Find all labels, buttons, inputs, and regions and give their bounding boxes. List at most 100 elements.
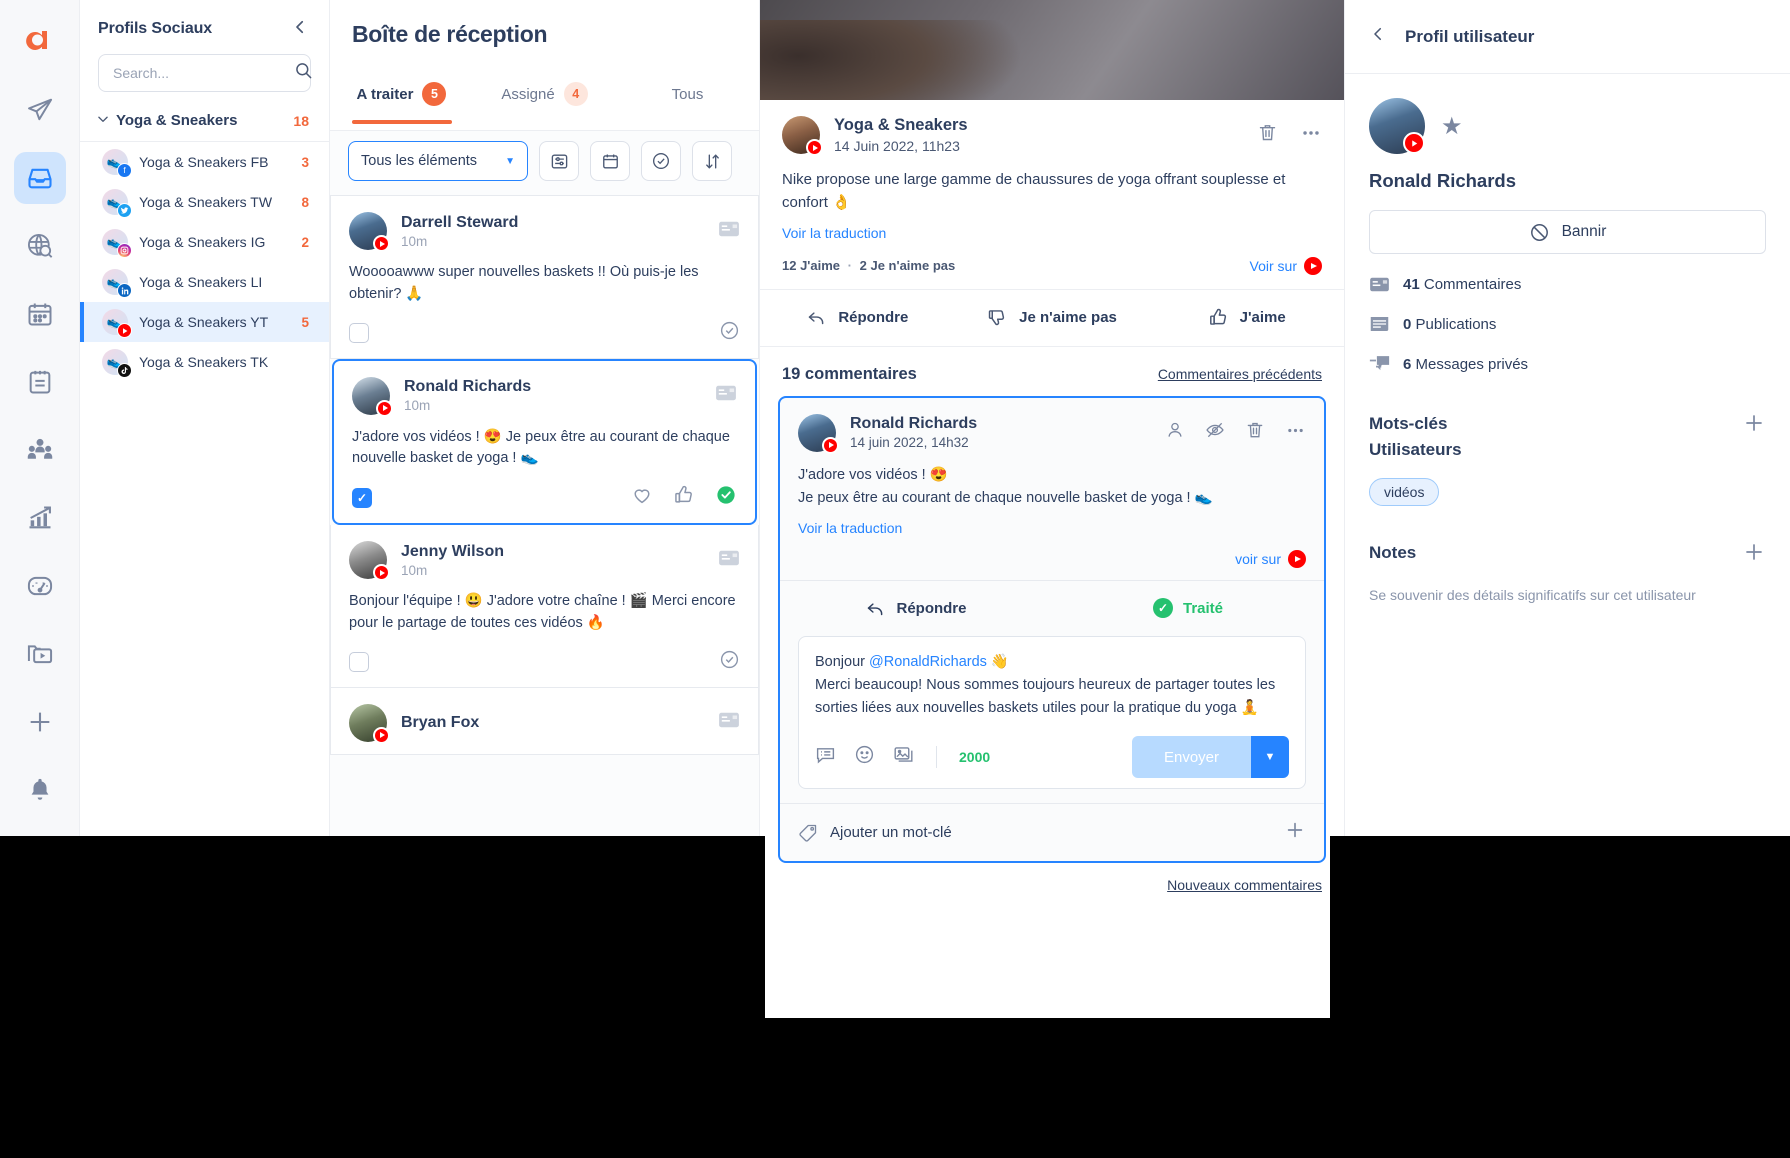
send-button[interactable]: Envoyer (1131, 736, 1251, 779)
reply-greeting-emoji: 👋 (986, 653, 1009, 670)
message-text: Bonjour l'équipe ! 😃 J'adore votre chaîn… (349, 593, 736, 631)
post-date: 14 Juin 2022, 11h23 (834, 138, 960, 154)
sliders-icon[interactable] (539, 141, 579, 181)
search-icon[interactable] (294, 61, 313, 85)
reply-button[interactable]: Répondre (760, 307, 955, 328)
profile-count: 2 (301, 234, 309, 250)
send-options-chevron-down-icon[interactable]: ▼ (1251, 736, 1289, 779)
calendar-icon[interactable] (14, 288, 66, 340)
comments-header: 19 commentaires Commentaires précédents (760, 347, 1344, 396)
hide-eye-icon[interactable] (1205, 420, 1225, 445)
thumbs-up-icon[interactable] (673, 484, 695, 511)
calendar-icon[interactable] (590, 141, 630, 181)
previous-comments-link[interactable]: Commentaires précédents (1158, 366, 1322, 382)
filter-select[interactable]: Tous les éléments ▼ (348, 141, 528, 181)
sidebar-item-profile-tw[interactable]: 👟 Yoga & Sneakers TW 8 (80, 182, 329, 222)
planner-icon[interactable] (14, 356, 66, 408)
add-keyword-plus-icon[interactable] (1742, 411, 1766, 440)
notifications-icon[interactable] (14, 764, 66, 816)
profile-group-header[interactable]: Yoga & Sneakers 18 (80, 104, 329, 141)
comment-action-bar: Répondre Traité (780, 579, 1324, 636)
sidebar-item-inbox[interactable] (13, 152, 66, 204)
analytics-icon[interactable] (14, 492, 66, 544)
profile-title: Profil utilisateur (1405, 26, 1535, 46)
tab-label: A traiter (356, 85, 414, 103)
post-translation-link[interactable]: Voir la traduction (782, 225, 886, 241)
comment-card-selected[interactable]: Ronald Richards 14 juin 2022, 14h32 J'ad… (778, 395, 1326, 864)
more-horizontal-icon[interactable] (1300, 122, 1322, 149)
ban-button[interactable]: Bannir (1369, 210, 1766, 254)
letter-a-logo (14, 14, 66, 66)
tab-a-traiter[interactable]: A traiter 5 (330, 68, 473, 120)
sidebar-item-profile-yt[interactable]: 👟 Yoga & Sneakers YT 5 (80, 302, 329, 342)
message-checkbox[interactable] (349, 651, 369, 672)
profile-list: 👟 f Yoga & Sneakers FB 3 👟 Yoga & Sneake… (80, 141, 329, 382)
comment-translation-link[interactable]: Voir la traduction (798, 520, 902, 536)
comment-processed-status[interactable]: Traité (1052, 598, 1324, 619)
list-item[interactable]: Bryan Fox (330, 687, 759, 755)
more-horizontal-icon[interactable] (1285, 420, 1306, 446)
message-text: Wooooawww super nouvelles baskets !! Où … (349, 264, 699, 302)
dislike-button[interactable]: Je n'aime pas (955, 307, 1150, 328)
mark-done-icon[interactable] (719, 649, 740, 675)
tab-label: Tous (671, 85, 704, 103)
image-icon[interactable] (893, 744, 914, 770)
saved-replies-icon[interactable] (815, 744, 836, 770)
see-on-network-link[interactable]: Voir sur (1250, 256, 1322, 275)
post-media-thumbnail[interactable] (760, 0, 1344, 100)
reply-mention[interactable]: @RonaldRichards (869, 654, 987, 670)
mark-done-icon[interactable] (715, 484, 737, 511)
add-keyword-row[interactable]: Ajouter un mot-clé (780, 803, 1324, 861)
post-body: Yoga & Sneakers 14 Juin 2022, 11h23 Nike… (760, 100, 1344, 289)
audience-icon[interactable] (14, 424, 66, 476)
list-item-selected[interactable]: Ronald Richards 10m J'adore vos vidéos !… (332, 358, 757, 525)
chevron-down-icon[interactable]: ▼ (505, 156, 515, 167)
heart-icon[interactable] (631, 484, 653, 511)
comment-processed-label: Traité (1182, 599, 1224, 617)
tab-assigne[interactable]: Assigné 4 (473, 68, 616, 120)
comment-icon (1369, 276, 1390, 293)
message-checkbox[interactable] (352, 487, 372, 508)
emoji-icon[interactable] (854, 744, 875, 770)
notes-title: Notes (1369, 543, 1417, 562)
chevron-left-icon[interactable] (1369, 25, 1387, 49)
plus-icon[interactable] (1284, 819, 1306, 847)
comment-author: Ronald Richards (850, 415, 978, 432)
like-button[interactable]: J'aime (1149, 307, 1344, 328)
sidebar-item-profile-fb[interactable]: 👟 f Yoga & Sneakers FB 3 (80, 142, 329, 182)
publish-icon[interactable] (14, 84, 66, 136)
add-icon[interactable] (14, 696, 66, 748)
profile-name: Yoga & Sneakers YT (139, 314, 269, 330)
list-item[interactable]: Darrell Steward 10m Wooooawww super nouv… (330, 195, 759, 359)
tab-tous[interactable]: Tous (616, 68, 759, 120)
keyword-chip[interactable]: vidéos (1369, 478, 1440, 506)
comment-see-on-link[interactable]: voir sur (1235, 549, 1306, 568)
search-box[interactable] (98, 54, 313, 92)
add-note-plus-icon[interactable] (1742, 540, 1766, 569)
reply-composer[interactable]: Bonjour @RonaldRichards 👋 Merci beaucoup… (798, 635, 1306, 790)
comment-reply-button[interactable]: Répondre (780, 598, 1052, 619)
check-circle-icon[interactable] (641, 141, 681, 181)
media-library-icon[interactable] (14, 628, 66, 680)
sidebar-item-profile-li[interactable]: 👟 Yoga & Sneakers LI (80, 262, 329, 302)
mark-done-icon[interactable] (719, 320, 740, 346)
new-comments-link[interactable]: Nouveaux commentaires (1167, 877, 1322, 893)
chevron-left-icon[interactable] (291, 18, 309, 40)
search-input[interactable] (113, 65, 294, 81)
sidebar-item-profile-tk[interactable]: 👟 Yoga & Sneakers TK (80, 342, 329, 382)
notes-section-header: Notes (1369, 540, 1766, 569)
sort-icon[interactable] (692, 141, 732, 181)
chevron-down-icon[interactable] (96, 112, 116, 129)
star-icon[interactable]: ★ (1441, 112, 1463, 141)
listening-icon[interactable] (14, 220, 66, 272)
list-item[interactable]: Jenny Wilson 10m Bonjour l'équipe ! 😃 J'… (330, 525, 759, 688)
dashboard-icon[interactable] (14, 560, 66, 612)
trash-icon[interactable] (1245, 420, 1265, 445)
youtube-icon (373, 235, 390, 252)
inbox-tabs: A traiter 5 Assigné 4 Tous (330, 68, 759, 130)
sidebar-item-profile-ig[interactable]: 👟 Yoga & Sneakers IG 2 (80, 222, 329, 262)
message-checkbox[interactable] (349, 322, 369, 343)
user-icon[interactable] (1165, 420, 1185, 445)
trash-icon[interactable] (1257, 122, 1278, 148)
youtube-icon (373, 564, 390, 581)
